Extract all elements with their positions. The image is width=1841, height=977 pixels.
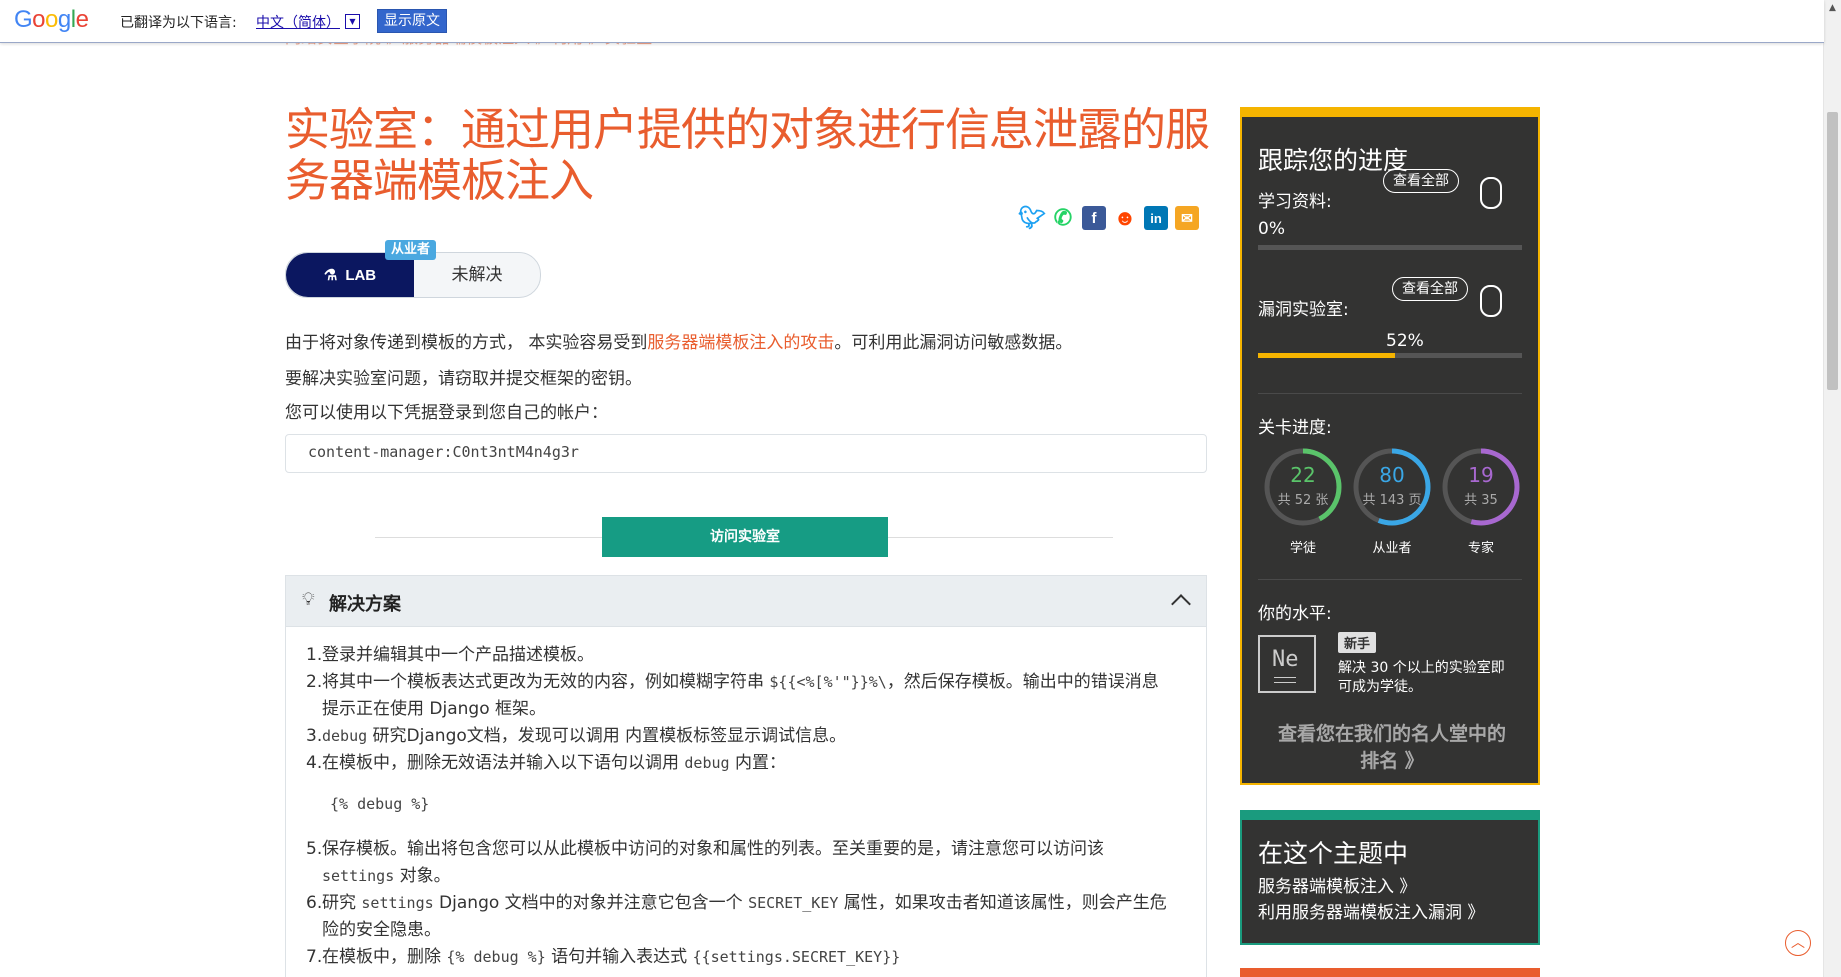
topic-link-ssti[interactable]: 服务器端模板注入 》	[1258, 872, 1416, 897]
description-paragraph-2: 要解决实验室问题，请窃取并提交框架的密钥。	[285, 369, 642, 389]
labs-label: 漏洞实验室:	[1258, 300, 1349, 320]
scroll-up-icon[interactable]: ▲	[1824, 0, 1841, 17]
back-to-top-button[interactable]: ︿	[1785, 930, 1811, 956]
translate-bar: Google 已翻译为以下语言: 中文（简体） ▼ 显示原文	[0, 0, 1824, 43]
twitter-icon[interactable]: 🐦︎	[1018, 205, 1046, 230]
page-scrollbar[interactable]: ▲	[1823, 0, 1841, 977]
topic-link-exploiting[interactable]: 利用服务器端模板注入漏洞 》	[1258, 898, 1484, 923]
lab-level-badge: 从业者	[385, 240, 437, 260]
solution-step: 6. 研究 settings Django 文档中的对象并注意它包含一个 SECR…	[306, 893, 1167, 940]
page-title: 实验室：通过用户提供的对象进行信息泄露的服务器端模板注入	[285, 103, 1210, 207]
practitioner-total: 共 143 页	[1362, 493, 1422, 508]
novice-badge: 新手	[1338, 632, 1377, 653]
credentials-text[interactable]: content-manager:C0nt3ntM4n4g3r	[308, 443, 579, 461]
scroll-thumb[interactable]	[1827, 112, 1838, 390]
solution-steps-continued: 5. 保存模板。输出将包含您可以从此模板中访问的对象和属性的列表。至关重要的是，请…	[304, 836, 1172, 971]
practitioner-label: 从业者	[1372, 541, 1412, 556]
solution-step: 3. debug 研究Django文档，发现可以调用 内置模板标签显示调试信息。	[306, 726, 847, 746]
labs-progress-fill	[1258, 353, 1396, 358]
view-all-labs-button[interactable]: 查看全部	[1392, 277, 1468, 301]
translate-language-link[interactable]: 中文（简体）	[256, 12, 340, 32]
share-bar: 🐦︎ ✆ f ☻ in ✉	[1018, 205, 1199, 230]
facebook-icon[interactable]: f	[1082, 206, 1106, 230]
apprentice-total: 共 52 张	[1277, 493, 1329, 508]
linkedin-icon[interactable]: in	[1144, 206, 1168, 230]
chevron-up-icon[interactable]	[1171, 594, 1191, 614]
lightbulb-icon: 💡︎	[302, 589, 315, 610]
solution-header[interactable]: 💡︎ 解决方案	[285, 575, 1207, 627]
apprentice-solved: 22	[1290, 463, 1316, 487]
learning-toggle[interactable]	[1480, 177, 1502, 209]
description-paragraph-1: 由于将对象传递到模板的方式， 本实验容易受到服务器端模板注入的攻击。可利用此漏洞…	[285, 333, 1073, 353]
apprentice-ring-chart	[1264, 448, 1342, 526]
labs-toggle[interactable]	[1480, 285, 1502, 317]
labs-progress-bar	[1258, 353, 1522, 358]
topic-title: 在这个主题中	[1258, 839, 1409, 868]
whatsapp-icon[interactable]: ✆	[1051, 205, 1075, 230]
solution-step: 4. 在模板中，删除无效语法并输入以下语句以调用 debug 内置：	[306, 753, 786, 773]
neon-element-icon: Ne	[1258, 635, 1316, 693]
expert-label: 专家	[1467, 541, 1494, 556]
labs-percent: 52%	[1386, 331, 1424, 351]
access-lab-button[interactable]: 访问实验室	[602, 517, 888, 557]
novice-description: 解决 30 个以上的实验室即可成为学徒。	[1338, 660, 1505, 695]
next-panel-edge	[1240, 968, 1540, 977]
translate-label: 已翻译为以下语言:	[120, 15, 237, 31]
code-block: {% debug %}	[330, 795, 430, 813]
level-progress-label: 关卡进度:	[1258, 418, 1332, 438]
solution-step: 5. 保存模板。输出将包含您可以从此模板中访问的对象和属性的列表。至关重要的是，请…	[306, 839, 1104, 886]
reddit-icon[interactable]: ☻	[1113, 205, 1137, 230]
element-symbol: Ne	[1272, 647, 1299, 672]
learning-label: 学习资料:	[1258, 192, 1332, 212]
solution-step: 2. 将其中一个模板表达式更改为无效的内容，例如模糊字符串 ${{<%[%'"}}…	[306, 672, 1159, 719]
lab-type-label: LAB	[345, 266, 377, 284]
expert-solved: 19	[1468, 463, 1494, 487]
practitioner-ring[interactable]: 80 共 143 页	[1352, 447, 1432, 527]
expert-ring-chart	[1442, 448, 1520, 526]
topic-panel: 在这个主题中 服务器端模板注入 》 利用服务器端模板注入漏洞 》	[1240, 810, 1540, 945]
apprentice-label: 学徒	[1289, 541, 1316, 556]
flask-icon: ⚗	[323, 267, 338, 284]
your-level-label: 你的水平:	[1258, 604, 1332, 624]
solution-step: 7. 在模板中，删除 {% debug %} 语句并输入表达式 {{setting…	[306, 947, 901, 967]
solution-steps: 1. 登录并编辑其中一个产品描述模板。 2. 将其中一个模板表达式更改为无效的内容，…	[304, 642, 1172, 777]
learning-percent: 0%	[1258, 219, 1285, 239]
solution-title: 解决方案	[329, 594, 401, 615]
chevron-down-icon[interactable]: ▼	[345, 14, 360, 29]
practitioner-solved: 80	[1379, 463, 1405, 487]
practitioner-ring-chart	[1353, 448, 1431, 526]
credentials-box: content-manager:C0nt3ntM4n4g3r	[285, 434, 1207, 473]
description-paragraph-3: 您可以使用以下凭据登录到您自己的帐户：	[285, 403, 608, 423]
progress-panel: 跟踪您的进度 查看全部 学习资料: 0% 查看全部 漏洞实验室: 52% 关卡进…	[1240, 107, 1540, 785]
expert-total: 共 35	[1464, 493, 1498, 508]
solution-step: 1. 登录并编辑其中一个产品描述模板。	[306, 645, 594, 665]
email-icon[interactable]: ✉	[1175, 206, 1199, 230]
ssti-link[interactable]: 服务器端模板注入的攻击	[647, 333, 834, 353]
hall-of-fame-link[interactable]: 查看您在我们的名人堂中的排名 》	[1272, 721, 1512, 775]
divider	[1258, 579, 1522, 580]
apprentice-ring[interactable]: 22 共 52 张	[1263, 447, 1343, 527]
show-original-button[interactable]: 显示原文	[377, 9, 447, 33]
view-all-learning-button[interactable]: 查看全部	[1383, 169, 1459, 193]
expert-ring[interactable]: 19 共 35	[1441, 447, 1521, 527]
learning-progress-bar	[1258, 245, 1522, 250]
google-logo[interactable]: Google	[14, 6, 89, 34]
divider	[1258, 393, 1522, 394]
